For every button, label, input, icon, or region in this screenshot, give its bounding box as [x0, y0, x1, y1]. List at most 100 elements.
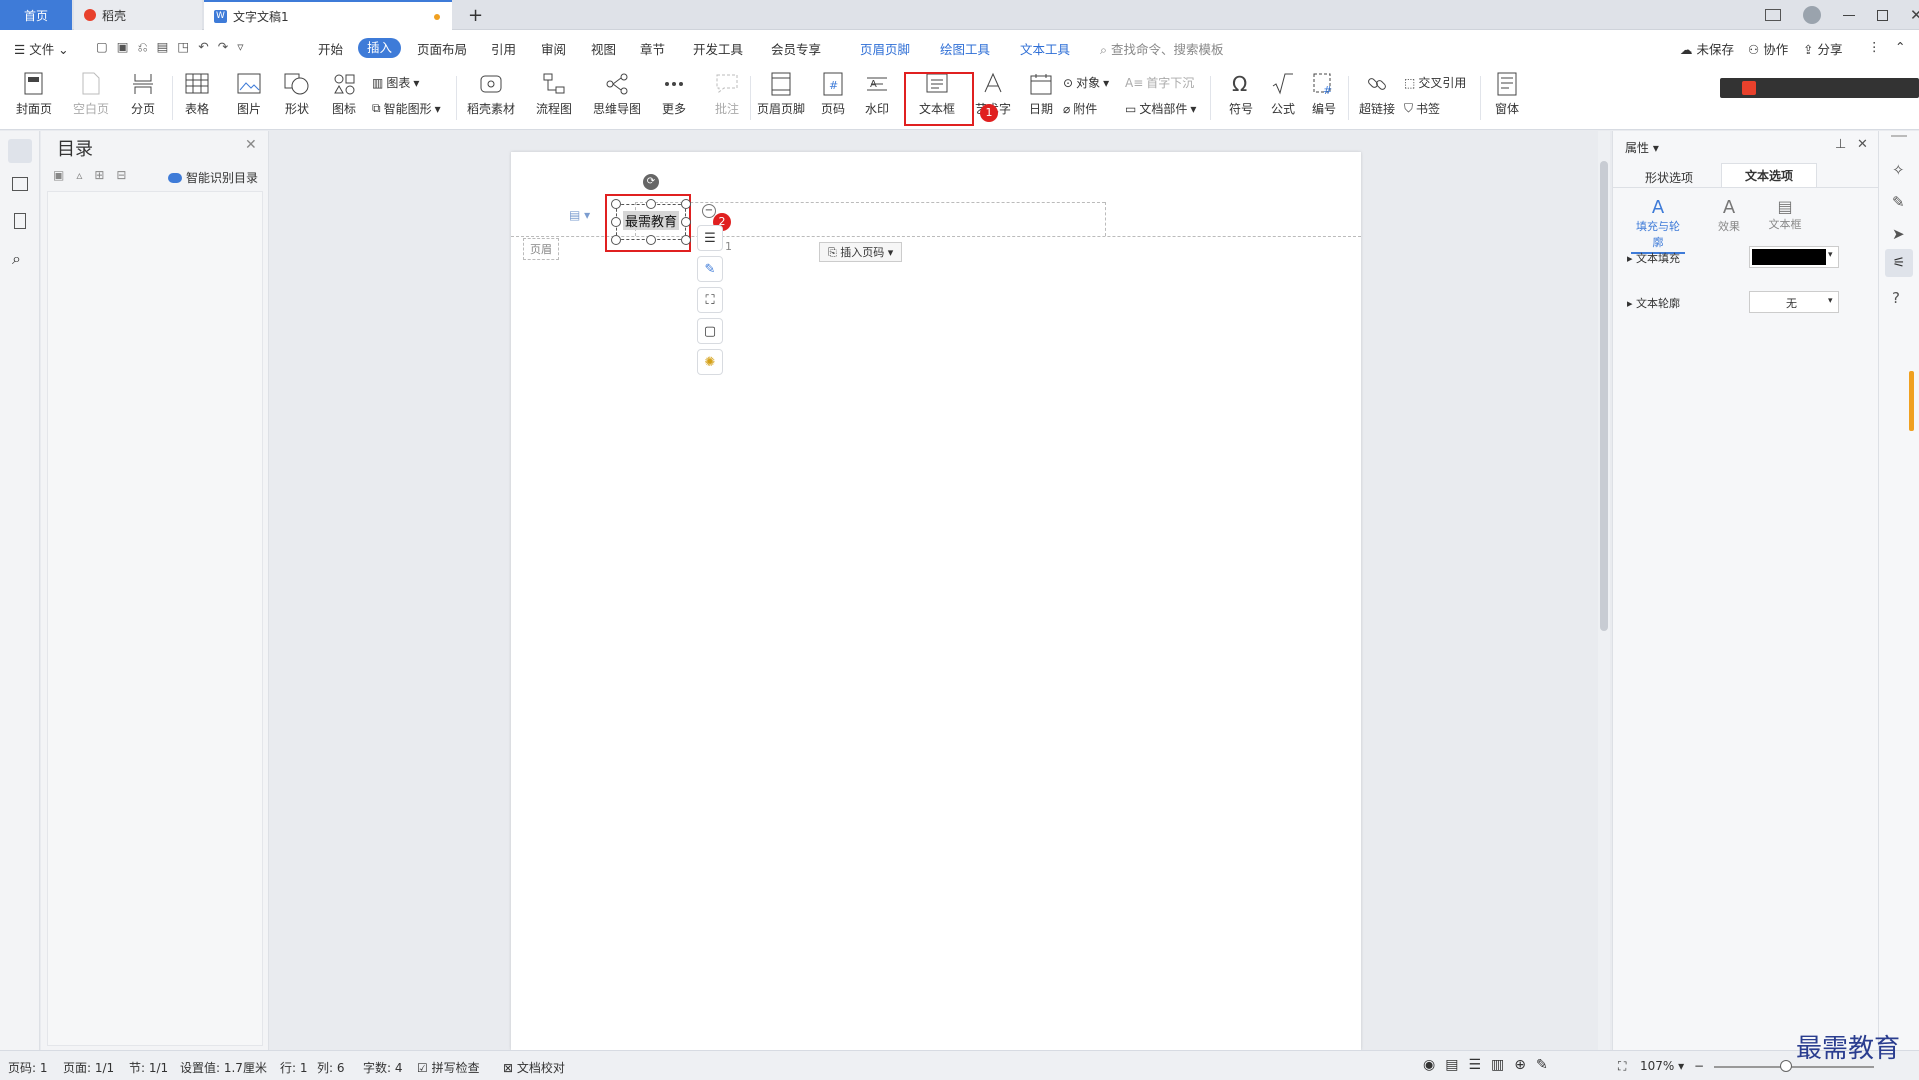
tab-shape-options[interactable]: 形状选项	[1645, 169, 1693, 186]
document-page[interactable]: 页眉 ▤ ▾ ⎘ 插入页码 ▾ 1 最需教育 ⟳ − 2 ☰ ✎ ⛶ ▢ ✺	[511, 152, 1361, 1050]
share-button[interactable]: ⇪ 分享	[1803, 39, 1842, 58]
subtab-textbox[interactable]: ▤ 文本框	[1763, 197, 1807, 232]
tab-daoke[interactable]: 稻壳	[74, 0, 202, 30]
menu-start[interactable]: 开始	[318, 39, 343, 58]
tab-text-options[interactable]: 文本选项	[1721, 163, 1817, 187]
smartart-button[interactable]: ⧉ 智能图形 ▾	[372, 100, 441, 117]
vertical-scrollbar[interactable]	[1598, 131, 1610, 1050]
select-cursor-icon[interactable]: ➤	[1892, 225, 1905, 243]
resize-handle-s[interactable]	[646, 235, 656, 245]
zoom-level[interactable]: 107% ▾	[1640, 1059, 1684, 1073]
date-button[interactable]: 日期	[1012, 68, 1070, 126]
help-icon[interactable]: ?	[1892, 289, 1900, 307]
search-nav-icon[interactable]: ⌕	[12, 249, 21, 269]
smart-toc-button[interactable]: 智能识别目录	[168, 169, 258, 186]
zoom-slider[interactable]	[1714, 1066, 1874, 1068]
resize-handle-nw[interactable]	[611, 199, 621, 209]
unsaved-button[interactable]: ☁ 未保存	[1680, 39, 1734, 58]
mindmap-button[interactable]: 思维导图	[588, 68, 646, 126]
side-slider-handle[interactable]	[1909, 371, 1914, 431]
text-fill-row[interactable]: ▸ 文本填充	[1627, 250, 1680, 266]
object-button[interactable]: ⊙ 对象 ▾	[1063, 74, 1109, 91]
fill-bucket-icon[interactable]: ⛶	[697, 287, 723, 313]
resize-handle-ne[interactable]	[681, 199, 691, 209]
text-outline-row[interactable]: ▸ 文本轮廓	[1627, 295, 1680, 311]
resize-handle-n[interactable]	[646, 199, 656, 209]
properties-title[interactable]: 属性 ▾	[1625, 139, 1659, 156]
status-setting[interactable]: 设置值: 1.7厘米	[180, 1059, 267, 1076]
textbox-text[interactable]: 最需教育	[623, 211, 680, 230]
rotate-handle-icon[interactable]: ⟳	[643, 174, 659, 190]
cover-page-button[interactable]: 封面页	[5, 68, 63, 126]
resize-handle-se[interactable]	[681, 235, 691, 245]
pen-style-icon[interactable]: ✎	[697, 256, 723, 282]
watermark-button[interactable]: A 水印	[848, 68, 906, 126]
panel-close-icon[interactable]: ✕	[1857, 137, 1868, 152]
zoom-out-icon[interactable]: −	[1694, 1059, 1704, 1073]
more-icon[interactable]: ⋮	[1868, 39, 1881, 54]
form-window-button[interactable]: 窗体	[1478, 68, 1536, 126]
resize-handle-w[interactable]	[611, 217, 621, 227]
new-tab-button[interactable]: +	[458, 0, 493, 30]
scrollbar-thumb[interactable]	[1600, 161, 1608, 631]
attachment-button[interactable]: ⌀ 附件	[1063, 100, 1097, 117]
subtab-effect[interactable]: A 效果	[1709, 197, 1749, 234]
spell-check-button[interactable]: ☑ 拼写检查	[417, 1059, 480, 1076]
ime-toolbar[interactable]	[1720, 78, 1919, 98]
menu-insert[interactable]: 插入	[358, 38, 402, 58]
view-mode-icons[interactable]: ◉▤☰▥⊕✎	[1423, 1057, 1558, 1073]
minimize-icon[interactable]	[1843, 14, 1855, 16]
tab-home[interactable]: 首页	[0, 0, 72, 30]
text-fill-color-picker[interactable]: ▾	[1749, 246, 1839, 268]
close-icon[interactable]: ✕	[1910, 6, 1919, 24]
menu-reference[interactable]: 引用	[491, 39, 516, 58]
more-button[interactable]: 更多	[645, 68, 703, 126]
zoom-slider-thumb[interactable]	[1780, 1060, 1792, 1072]
frame-icon[interactable]: ▢	[697, 318, 723, 344]
subtab-fill-outline[interactable]: A 填充与轮廓	[1631, 197, 1685, 254]
cross-reference-button[interactable]: ⬚ 交叉引用	[1404, 74, 1466, 91]
layout-options-icon[interactable]: ☰	[697, 225, 723, 251]
lightbulb-icon[interactable]: ✺	[697, 349, 723, 375]
hyperlink-button[interactable]: 超链接	[1348, 68, 1406, 126]
sticker-icon[interactable]: ✧	[1892, 161, 1905, 179]
pin-icon[interactable]: ⊥	[1835, 137, 1846, 152]
doc-proof-button[interactable]: ⊠ 文档校对	[503, 1059, 565, 1076]
avatar[interactable]	[1803, 6, 1821, 24]
status-words[interactable]: 字数: 4	[363, 1059, 403, 1076]
menu-header-footer[interactable]: 页眉页脚	[860, 39, 910, 58]
resize-handle-e[interactable]	[681, 217, 691, 227]
toc-nav-icon[interactable]	[8, 139, 32, 163]
bookmark-nav-icon[interactable]	[14, 213, 26, 229]
chapter-nav-icon[interactable]	[12, 177, 28, 191]
insert-page-number-button[interactable]: ⎘ 插入页码 ▾	[819, 242, 903, 262]
command-search[interactable]: ⌕ 查找命令、搜索模板	[1100, 39, 1224, 58]
chart-button[interactable]: ▥ 图表 ▾	[372, 74, 419, 91]
menu-layout[interactable]: 页面布局	[417, 39, 467, 58]
doc-part-button[interactable]: ▭ 文档部件 ▾	[1125, 100, 1196, 117]
header-footer-button[interactable]: 页眉页脚	[752, 68, 810, 126]
material-button[interactable]: 稻壳素材	[462, 68, 520, 126]
comment-button[interactable]: 批注	[698, 68, 756, 126]
collapse-ribbon-icon[interactable]: ⌃	[1895, 39, 1905, 54]
menu-drawing-tools[interactable]: 绘图工具	[940, 39, 990, 58]
numbering-button[interactable]: # 编号	[1295, 68, 1353, 126]
page-break-button[interactable]: 分页	[114, 68, 172, 126]
blank-page-button[interactable]: 空白页	[62, 68, 120, 126]
fit-page-icon[interactable]: ⛶	[1618, 1059, 1626, 1074]
restore-icon[interactable]	[1877, 9, 1888, 21]
menu-devtools[interactable]: 开发工具	[693, 39, 743, 58]
properties-toggle-icon[interactable]: ⚟	[1885, 249, 1913, 277]
header-options-icon[interactable]: ▤ ▾	[569, 208, 590, 222]
icon-button[interactable]: 图标	[315, 68, 373, 126]
menu-view[interactable]: 视图	[591, 39, 616, 58]
text-outline-select[interactable]: 无 ▾	[1749, 291, 1839, 313]
table-button[interactable]: 表格	[168, 68, 226, 126]
toc-level-buttons[interactable]: ▣▵⊞⊟	[53, 168, 138, 182]
collab-button[interactable]: ⚇ 协作	[1748, 39, 1788, 58]
edit-icon[interactable]: ✎	[1892, 193, 1905, 211]
menu-text-tools[interactable]: 文本工具	[1020, 39, 1070, 58]
flowchart-button[interactable]: 流程图	[525, 68, 583, 126]
file-menu[interactable]: ☰ 文件 ⌄	[14, 39, 69, 58]
menu-member[interactable]: 会员专享	[771, 39, 821, 58]
